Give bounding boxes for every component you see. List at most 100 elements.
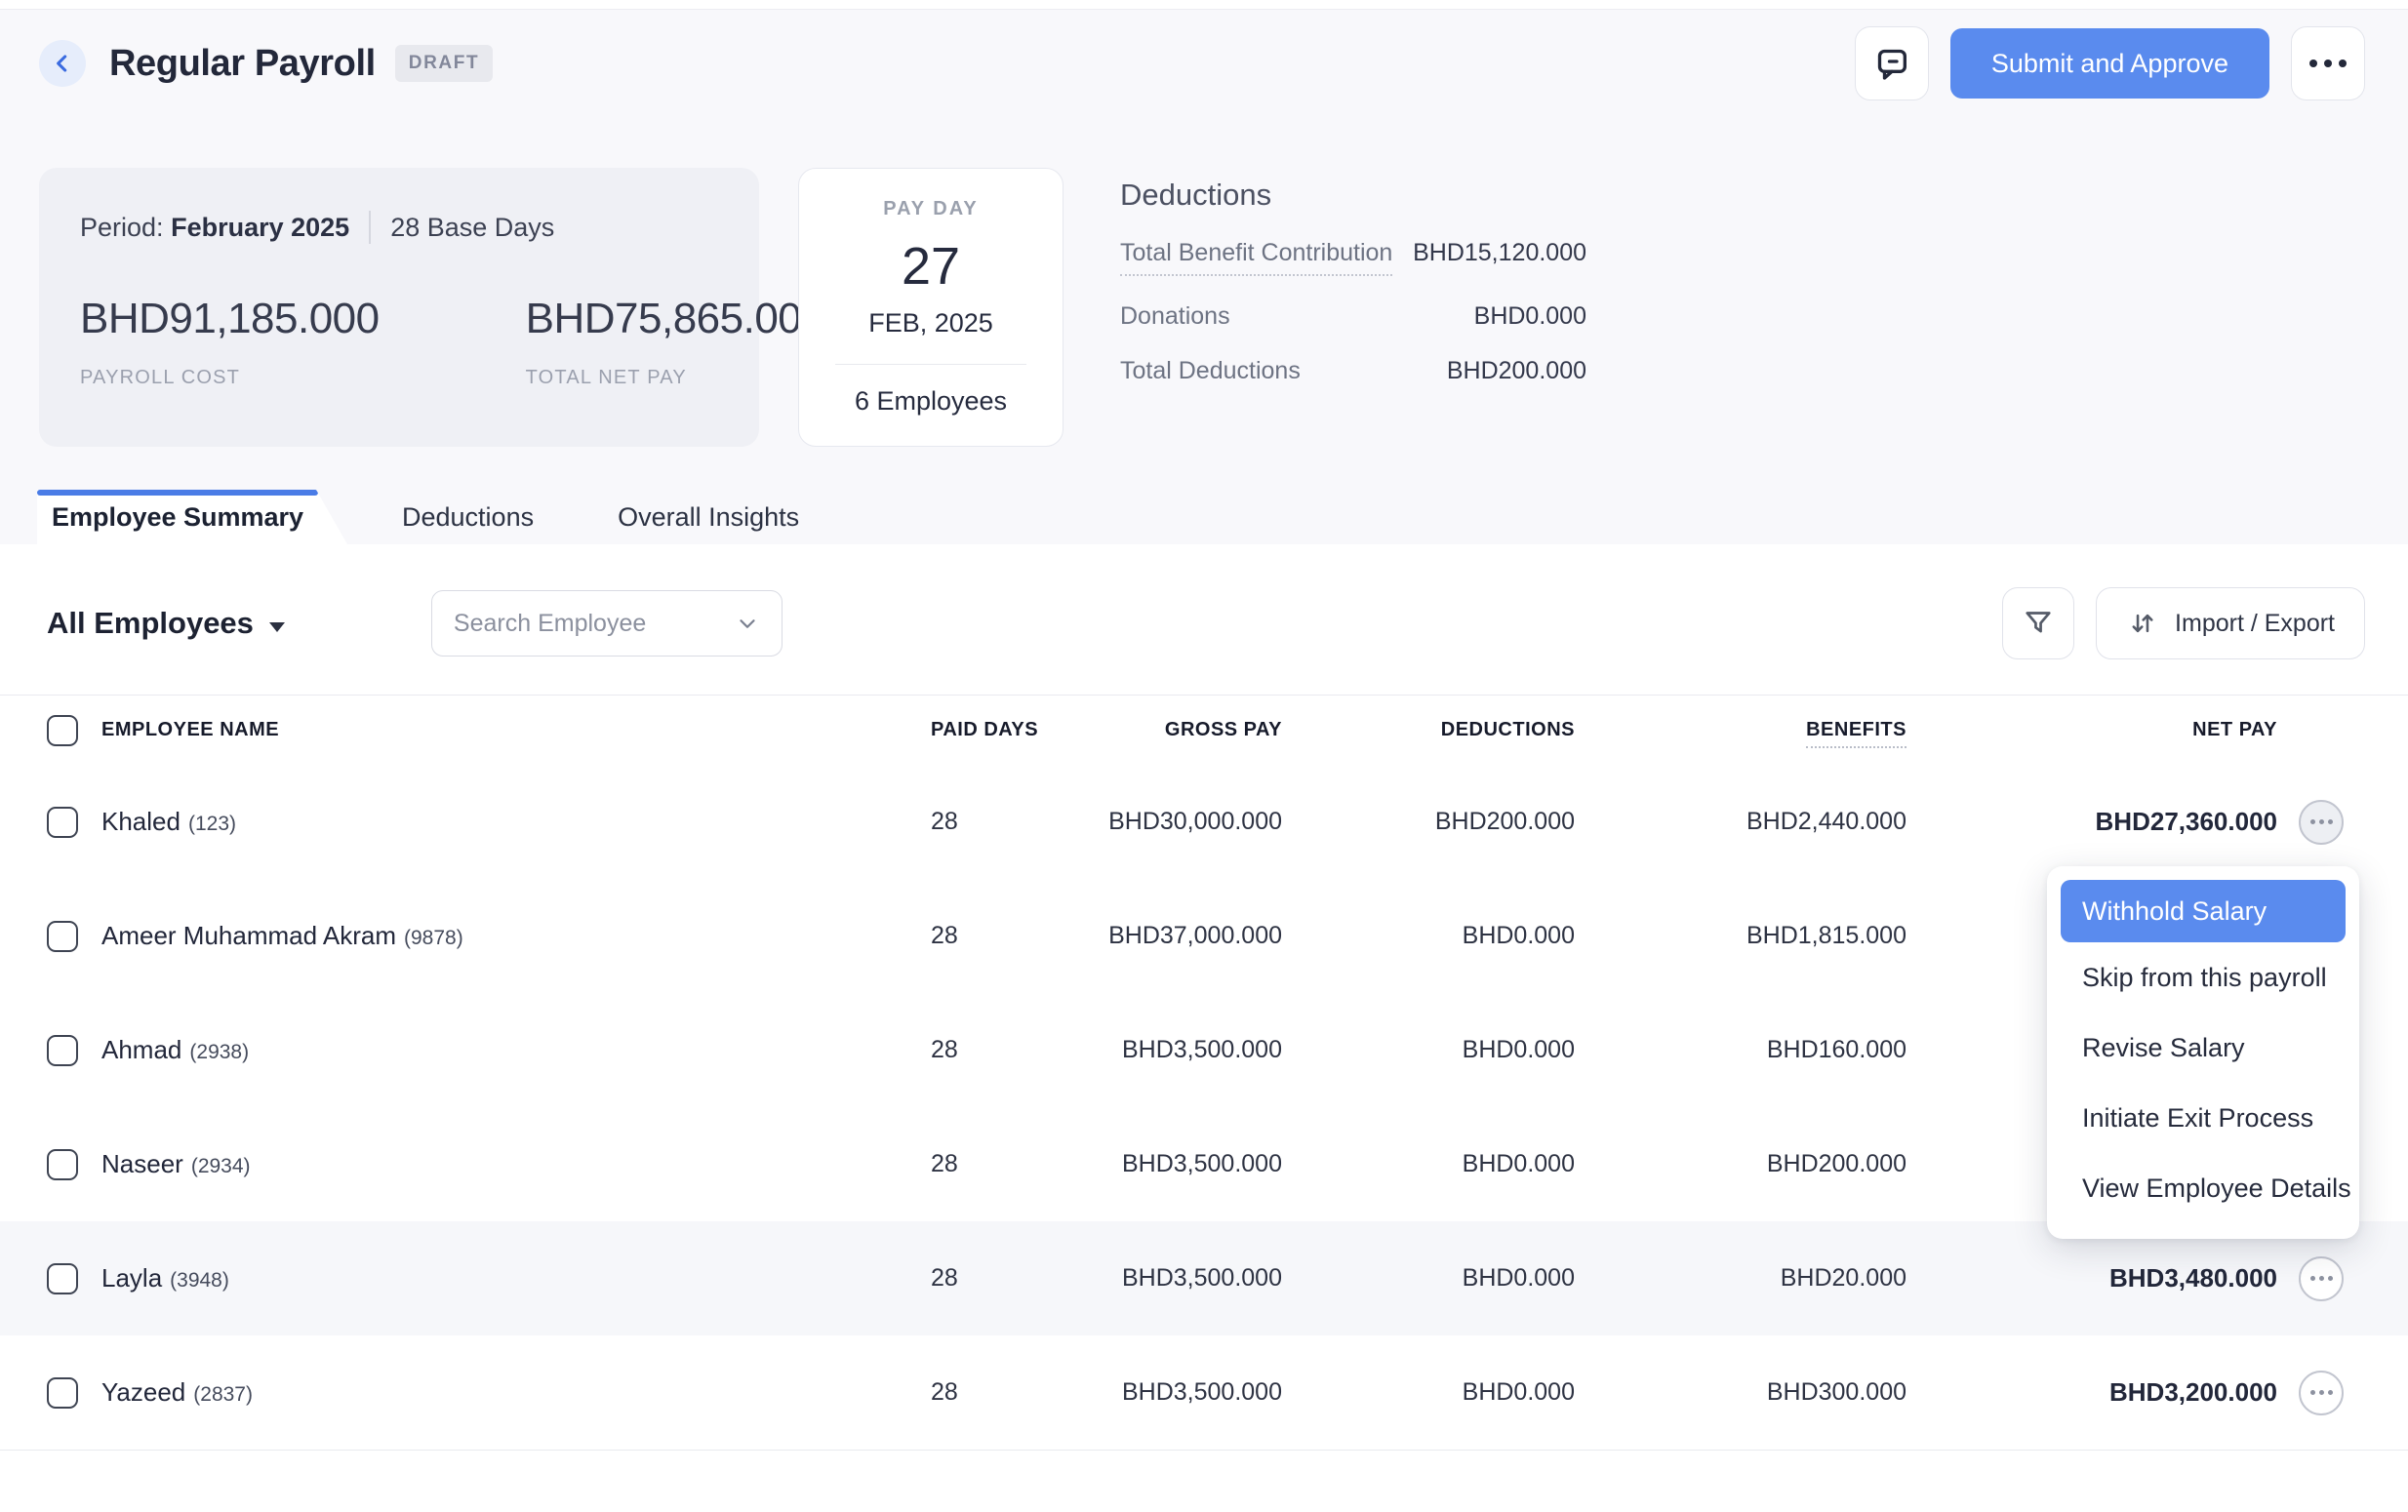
- employee-id: (123): [188, 813, 236, 835]
- benefits-cell: BHD1,815.000: [1575, 922, 1906, 950]
- deductions-cell: BHD0.000: [1282, 1378, 1575, 1407]
- back-button[interactable]: [39, 40, 86, 87]
- submit-and-approve-button[interactable]: Submit and Approve: [1950, 28, 2269, 99]
- deductions-cell: BHD0.000: [1282, 1264, 1575, 1293]
- menu-item-skip-from-payroll[interactable]: Skip from this payroll: [2047, 942, 2359, 1013]
- row-checkbox[interactable]: [47, 1035, 78, 1066]
- top-edge-strip: [0, 0, 2408, 10]
- table-row-khaled: Khaled(123) 28 BHD30,000.000 BHD200.000 …: [0, 765, 2408, 879]
- employee-name[interactable]: Ahmad: [101, 1035, 181, 1064]
- page-title: Regular Payroll: [109, 43, 376, 85]
- gross-pay-cell: BHD3,500.000: [960, 1264, 1282, 1293]
- employee-filter-label: All Employees: [47, 606, 254, 641]
- row-actions-button[interactable]: [2299, 800, 2344, 845]
- menu-item-initiate-exit-process[interactable]: Initiate Exit Process: [2047, 1083, 2359, 1153]
- import-export-button[interactable]: Import / Export: [2096, 587, 2365, 659]
- net-pay-cell: BHD3,200.000: [1906, 1377, 2277, 1408]
- table-row-layla: Layla(3948) 28 BHD3,500.000 BHD0.000 BHD…: [0, 1221, 2408, 1335]
- employee-id: (2934): [191, 1155, 251, 1177]
- benefits-cell: BHD200.000: [1575, 1150, 1906, 1178]
- comment-icon: [1872, 44, 1911, 83]
- employee-id: (2837): [193, 1383, 253, 1406]
- net-pay-cell: BHD27,360.000: [1906, 807, 2277, 837]
- employee-id: (2938): [189, 1041, 249, 1063]
- tab-bar: Employee Summary Deductions Overall Insi…: [0, 490, 2408, 544]
- pay-day-card: PAY DAY 27 FEB, 2025 6 Employees: [798, 168, 1064, 447]
- benefits-cell: BHD20.000: [1575, 1264, 1906, 1293]
- row-actions-button[interactable]: [2299, 1371, 2344, 1415]
- total-benefit-contribution-value: BHD15,120.000: [1413, 239, 1586, 267]
- row-checkbox[interactable]: [47, 807, 78, 838]
- base-days: 28 Base Days: [390, 213, 554, 243]
- employee-count: 6 Employees: [855, 386, 1007, 417]
- total-deductions-value: BHD200.000: [1447, 357, 1586, 385]
- employee-name[interactable]: Khaled: [101, 807, 181, 836]
- gross-pay-cell: BHD3,500.000: [960, 1036, 1282, 1064]
- tab-overall-insights[interactable]: Overall Insights: [588, 490, 828, 544]
- table-toolbar: All Employees Search Employee: [47, 587, 2365, 659]
- header-actions: Submit and Approve: [1855, 26, 2365, 100]
- tab-deductions[interactable]: Deductions: [373, 490, 563, 544]
- net-pay-cell: BHD3,480.000: [1906, 1263, 2277, 1293]
- table-header-row: EMPLOYEE NAME PAID DAYS GROSS PAY DEDUCT…: [0, 695, 2408, 765]
- payroll-cost-label: PAYROLL COST: [80, 367, 380, 389]
- total-deductions-label: Total Deductions: [1120, 357, 1301, 385]
- status-badge: DRAFT: [395, 45, 493, 82]
- payroll-cost-amount: BHD91,185.000: [80, 295, 380, 343]
- row-actions-button[interactable]: [2299, 1256, 2344, 1301]
- deductions-cell: BHD200.000: [1282, 808, 1575, 836]
- ellipsis-icon: [2309, 60, 2347, 67]
- total-net-pay-amount: BHD75,865.000: [526, 295, 825, 343]
- menu-item-withhold-salary[interactable]: Withhold Salary: [2061, 880, 2346, 942]
- select-all-checkbox[interactable]: [47, 715, 78, 746]
- gross-pay-cell: BHD37,000.000: [960, 922, 1282, 950]
- top-section: Regular Payroll DRAFT Submit and Approve: [0, 0, 2408, 544]
- donations-label: Donations: [1120, 302, 1230, 331]
- paid-days-cell: 28: [716, 1036, 960, 1064]
- employee-name[interactable]: Yazeed: [101, 1377, 185, 1407]
- period-value: February 2025: [171, 213, 349, 242]
- employee-id: (9878): [404, 927, 463, 949]
- tab-employee-summary[interactable]: Employee Summary: [37, 490, 347, 544]
- import-export-icon: [2126, 607, 2159, 640]
- deductions-summary: Deductions Total Benefit Contribution BH…: [1120, 168, 1586, 447]
- row-checkbox[interactable]: [47, 1263, 78, 1294]
- payroll-summary-card: Period: February 2025 28 Base Days BHD91…: [39, 168, 759, 447]
- period-text: Period: February 2025: [80, 213, 349, 243]
- search-employee-select[interactable]: Search Employee: [431, 590, 783, 657]
- pay-day-label: PAY DAY: [883, 198, 978, 220]
- pay-day-date: 27: [902, 236, 960, 297]
- payroll-cost-block: BHD91,185.000 PAYROLL COST: [80, 295, 380, 389]
- paid-days-cell: 28: [716, 808, 960, 836]
- deduction-summary-row: Total Deductions BHD200.000: [1120, 357, 1586, 385]
- total-net-pay-block: BHD75,865.000 TOTAL NET PAY: [526, 295, 825, 389]
- employee-filter-dropdown[interactable]: All Employees: [47, 606, 285, 641]
- summary-section: Period: February 2025 28 Base Days BHD91…: [0, 117, 2408, 447]
- filter-button[interactable]: [2002, 587, 2074, 659]
- row-checkbox[interactable]: [47, 1149, 78, 1180]
- employee-name[interactable]: Layla: [101, 1263, 162, 1293]
- benefits-cell: BHD2,440.000: [1575, 808, 1906, 836]
- header-bar: Regular Payroll DRAFT Submit and Approve: [0, 10, 2408, 117]
- benefits-cell: BHD160.000: [1575, 1036, 1906, 1064]
- import-export-label: Import / Export: [2175, 610, 2335, 638]
- total-benefit-contribution-label[interactable]: Total Benefit Contribution: [1120, 239, 1392, 276]
- row-checkbox[interactable]: [47, 921, 78, 952]
- deductions-cell: BHD0.000: [1282, 1036, 1575, 1064]
- more-options-button[interactable]: [2291, 26, 2365, 100]
- menu-item-revise-salary[interactable]: Revise Salary: [2047, 1013, 2359, 1083]
- paid-days-cell: 28: [716, 1378, 960, 1407]
- employee-name[interactable]: Naseer: [101, 1149, 183, 1178]
- comments-button[interactable]: [1855, 26, 1929, 100]
- paid-days-cell: 28: [716, 922, 960, 950]
- col-net-pay: NET PAY: [1906, 719, 2277, 741]
- paid-days-cell: 28: [716, 1264, 960, 1293]
- gross-pay-cell: BHD3,500.000: [960, 1150, 1282, 1178]
- row-actions-menu: Withhold Salary Skip from this payroll R…: [2047, 866, 2359, 1239]
- row-checkbox[interactable]: [47, 1377, 78, 1409]
- menu-item-view-employee-details[interactable]: View Employee Details: [2047, 1153, 2359, 1223]
- summary-amounts: BHD91,185.000 PAYROLL COST BHD75,865.000…: [80, 295, 718, 389]
- funnel-icon: [2021, 606, 2056, 641]
- col-benefits: BENEFITS: [1575, 719, 1906, 741]
- employee-name[interactable]: Ameer Muhammad Akram: [101, 921, 396, 950]
